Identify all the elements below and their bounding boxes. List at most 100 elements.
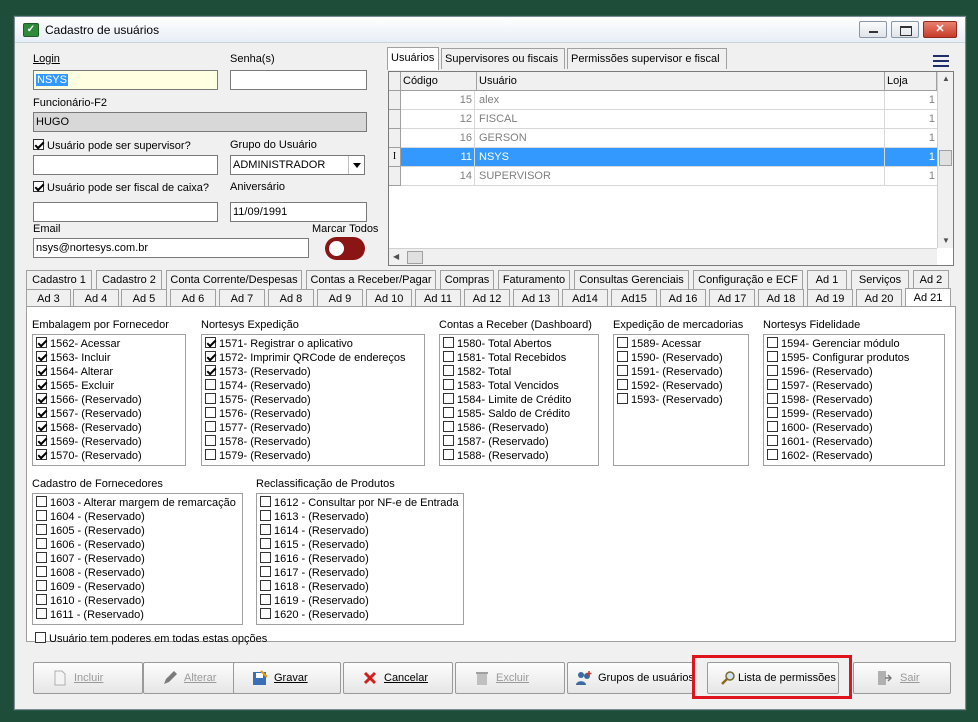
table-row-selected[interactable]: I 11 NSYS 1 xyxy=(389,148,937,167)
unchecked-checkbox-icon[interactable] xyxy=(36,566,47,577)
permission-item[interactable]: 1564- Alterar xyxy=(36,365,113,379)
permission-item[interactable]: 1568- (Reservado) xyxy=(36,421,142,435)
unchecked-checkbox-icon[interactable] xyxy=(36,538,47,549)
permission-item[interactable]: 1590- (Reservado) xyxy=(617,351,723,365)
tab-ad-2[interactable]: Ad 2 xyxy=(913,270,949,289)
scroll-up-icon[interactable]: ▲ xyxy=(942,74,950,83)
tab-ad-1[interactable]: Ad 1 xyxy=(807,270,847,289)
aniversario-input[interactable]: 11/09/1991 xyxy=(230,202,367,222)
permission-item[interactable]: 1591- (Reservado) xyxy=(617,365,723,379)
permission-item[interactable]: 1619 - (Reservado) xyxy=(260,594,369,608)
permission-item[interactable]: 1594- Gerenciar módulo xyxy=(767,337,900,351)
unchecked-checkbox-icon[interactable] xyxy=(443,337,454,348)
scroll-down-icon[interactable]: ▼ xyxy=(942,236,950,245)
permission-item[interactable]: 1562- Acessar xyxy=(36,337,120,351)
vertical-scroll-thumb[interactable] xyxy=(939,150,952,166)
permission-item[interactable]: 1578- (Reservado) xyxy=(205,435,311,449)
checked-checkbox-icon[interactable] xyxy=(36,379,47,390)
permission-item[interactable]: 1584- Limite de Crédito xyxy=(443,393,571,407)
table-row[interactable]: 12 FISCAL 1 xyxy=(389,110,937,129)
permission-item[interactable]: 1577- (Reservado) xyxy=(205,421,311,435)
fiscal-input[interactable] xyxy=(33,202,218,222)
users-grid[interactable]: Código Usuário Loja 15 alex 1 12 FISCAL … xyxy=(388,71,954,266)
permission-item[interactable]: 1580- Total Abertos xyxy=(443,337,552,351)
permission-item[interactable]: 1583- Total Vencidos xyxy=(443,379,559,393)
unchecked-checkbox-icon[interactable] xyxy=(205,435,216,446)
permission-item[interactable]: 1572- Imprimir QRCode de endereços xyxy=(205,351,405,365)
permission-item[interactable]: 1585- Saldo de Crédito xyxy=(443,407,570,421)
checked-checkbox-icon[interactable] xyxy=(36,421,47,432)
checked-checkbox-icon[interactable] xyxy=(36,407,47,418)
unchecked-checkbox-icon[interactable] xyxy=(260,552,271,563)
permission-item[interactable]: 1598- (Reservado) xyxy=(767,393,873,407)
permission-item[interactable]: 1589- Acessar xyxy=(617,337,701,351)
tab-usuarios[interactable]: Usuários xyxy=(387,47,439,70)
unchecked-checkbox-icon[interactable] xyxy=(443,351,454,362)
incluir-button[interactable]: Incluir xyxy=(33,662,143,694)
cancelar-button[interactable]: Cancelar xyxy=(343,662,453,694)
unchecked-checkbox-icon[interactable] xyxy=(617,337,628,348)
permission-item[interactable]: 1581- Total Recebidos xyxy=(443,351,566,365)
unchecked-checkbox-icon[interactable] xyxy=(36,594,47,605)
permission-item[interactable]: 1569- (Reservado) xyxy=(36,435,142,449)
col-header-usuario[interactable]: Usuário xyxy=(477,72,885,91)
unchecked-checkbox-icon[interactable] xyxy=(617,379,628,390)
permission-item[interactable]: 1587- (Reservado) xyxy=(443,435,549,449)
permission-item[interactable]: 1599- (Reservado) xyxy=(767,407,873,421)
fiscal-checkbox[interactable]: Usuário pode ser fiscal de caixa? xyxy=(33,181,209,194)
unchecked-checkbox-icon[interactable] xyxy=(260,538,271,549)
unchecked-checkbox-icon[interactable] xyxy=(443,407,454,418)
unchecked-checkbox-icon[interactable] xyxy=(767,379,778,390)
permission-item[interactable]: 1593- (Reservado) xyxy=(617,393,723,407)
unchecked-checkbox-icon[interactable] xyxy=(260,510,271,521)
tab-cadastro-1[interactable]: Cadastro 1 xyxy=(26,270,92,289)
permission-item[interactable]: 1566- (Reservado) xyxy=(36,393,142,407)
email-input[interactable]: nsys@nortesys.com.br xyxy=(33,238,309,258)
unchecked-checkbox-icon[interactable] xyxy=(767,449,778,460)
permission-item[interactable]: 1588- (Reservado) xyxy=(443,449,549,463)
col-header-codigo[interactable]: Código xyxy=(401,72,477,91)
tab-permissoes-supervisor[interactable]: Permissões supervisor e fiscal xyxy=(567,48,727,69)
tab-consultas-gerenciais[interactable]: Consultas Gerenciais xyxy=(574,270,689,289)
permission-item[interactable]: 1563- Incluir xyxy=(36,351,111,365)
unchecked-checkbox-icon[interactable] xyxy=(767,421,778,432)
unchecked-checkbox-icon[interactable] xyxy=(205,393,216,404)
permission-item[interactable]: 1607 - (Reservado) xyxy=(36,552,145,566)
checked-checkbox-icon[interactable] xyxy=(205,337,216,348)
permission-item[interactable]: 1613 - (Reservado) xyxy=(260,510,369,524)
unchecked-checkbox-icon[interactable] xyxy=(260,524,271,535)
checked-checkbox-icon[interactable] xyxy=(205,351,216,362)
permission-item[interactable]: 1575- (Reservado) xyxy=(205,393,311,407)
permission-item[interactable]: 1614 - (Reservado) xyxy=(260,524,369,538)
unchecked-checkbox-icon[interactable] xyxy=(205,421,216,432)
tab-conta-corrente[interactable]: Conta Corrente/Despesas xyxy=(166,270,302,289)
grupo-select[interactable]: ADMINISTRADOR xyxy=(230,155,365,175)
checked-checkbox-icon[interactable] xyxy=(205,365,216,376)
permission-item[interactable]: 1571- Registrar o aplicativo xyxy=(205,337,353,351)
table-row[interactable]: 14 SUPERVISOR 1 xyxy=(389,167,937,186)
unchecked-checkbox-icon[interactable] xyxy=(767,393,778,404)
permission-item[interactable]: 1615 - (Reservado) xyxy=(260,538,369,552)
tab-cadastro-2[interactable]: Cadastro 2 xyxy=(96,270,162,289)
tab-ad-21[interactable]: Ad 21 xyxy=(905,288,951,308)
hamburger-menu-icon[interactable] xyxy=(933,55,949,67)
maximize-button[interactable] xyxy=(891,21,919,38)
tab-supervisores[interactable]: Supervisores ou fiscais xyxy=(441,48,565,69)
permission-item[interactable]: 1616 - (Reservado) xyxy=(260,552,369,566)
permission-item[interactable]: 1567- (Reservado) xyxy=(36,407,142,421)
permission-item[interactable]: 1610 - (Reservado) xyxy=(36,594,145,608)
unchecked-checkbox-icon[interactable] xyxy=(260,566,271,577)
permission-item[interactable]: 1570- (Reservado) xyxy=(36,449,142,463)
funcionario-input[interactable]: HUGO xyxy=(33,112,367,132)
permission-item[interactable]: 1579- (Reservado) xyxy=(205,449,311,463)
unchecked-checkbox-icon[interactable] xyxy=(205,449,216,460)
permission-item[interactable]: 1592- (Reservado) xyxy=(617,379,723,393)
permission-item[interactable]: 1604 - (Reservado) xyxy=(36,510,145,524)
table-row[interactable]: 15 alex 1 xyxy=(389,91,937,110)
unchecked-checkbox-icon[interactable] xyxy=(767,351,778,362)
permission-item[interactable]: 1606 - (Reservado) xyxy=(36,538,145,552)
unchecked-checkbox-icon[interactable] xyxy=(205,407,216,418)
unchecked-checkbox-icon[interactable] xyxy=(767,435,778,446)
senha-input[interactable] xyxy=(230,70,367,90)
unchecked-checkbox-icon[interactable] xyxy=(36,552,47,563)
